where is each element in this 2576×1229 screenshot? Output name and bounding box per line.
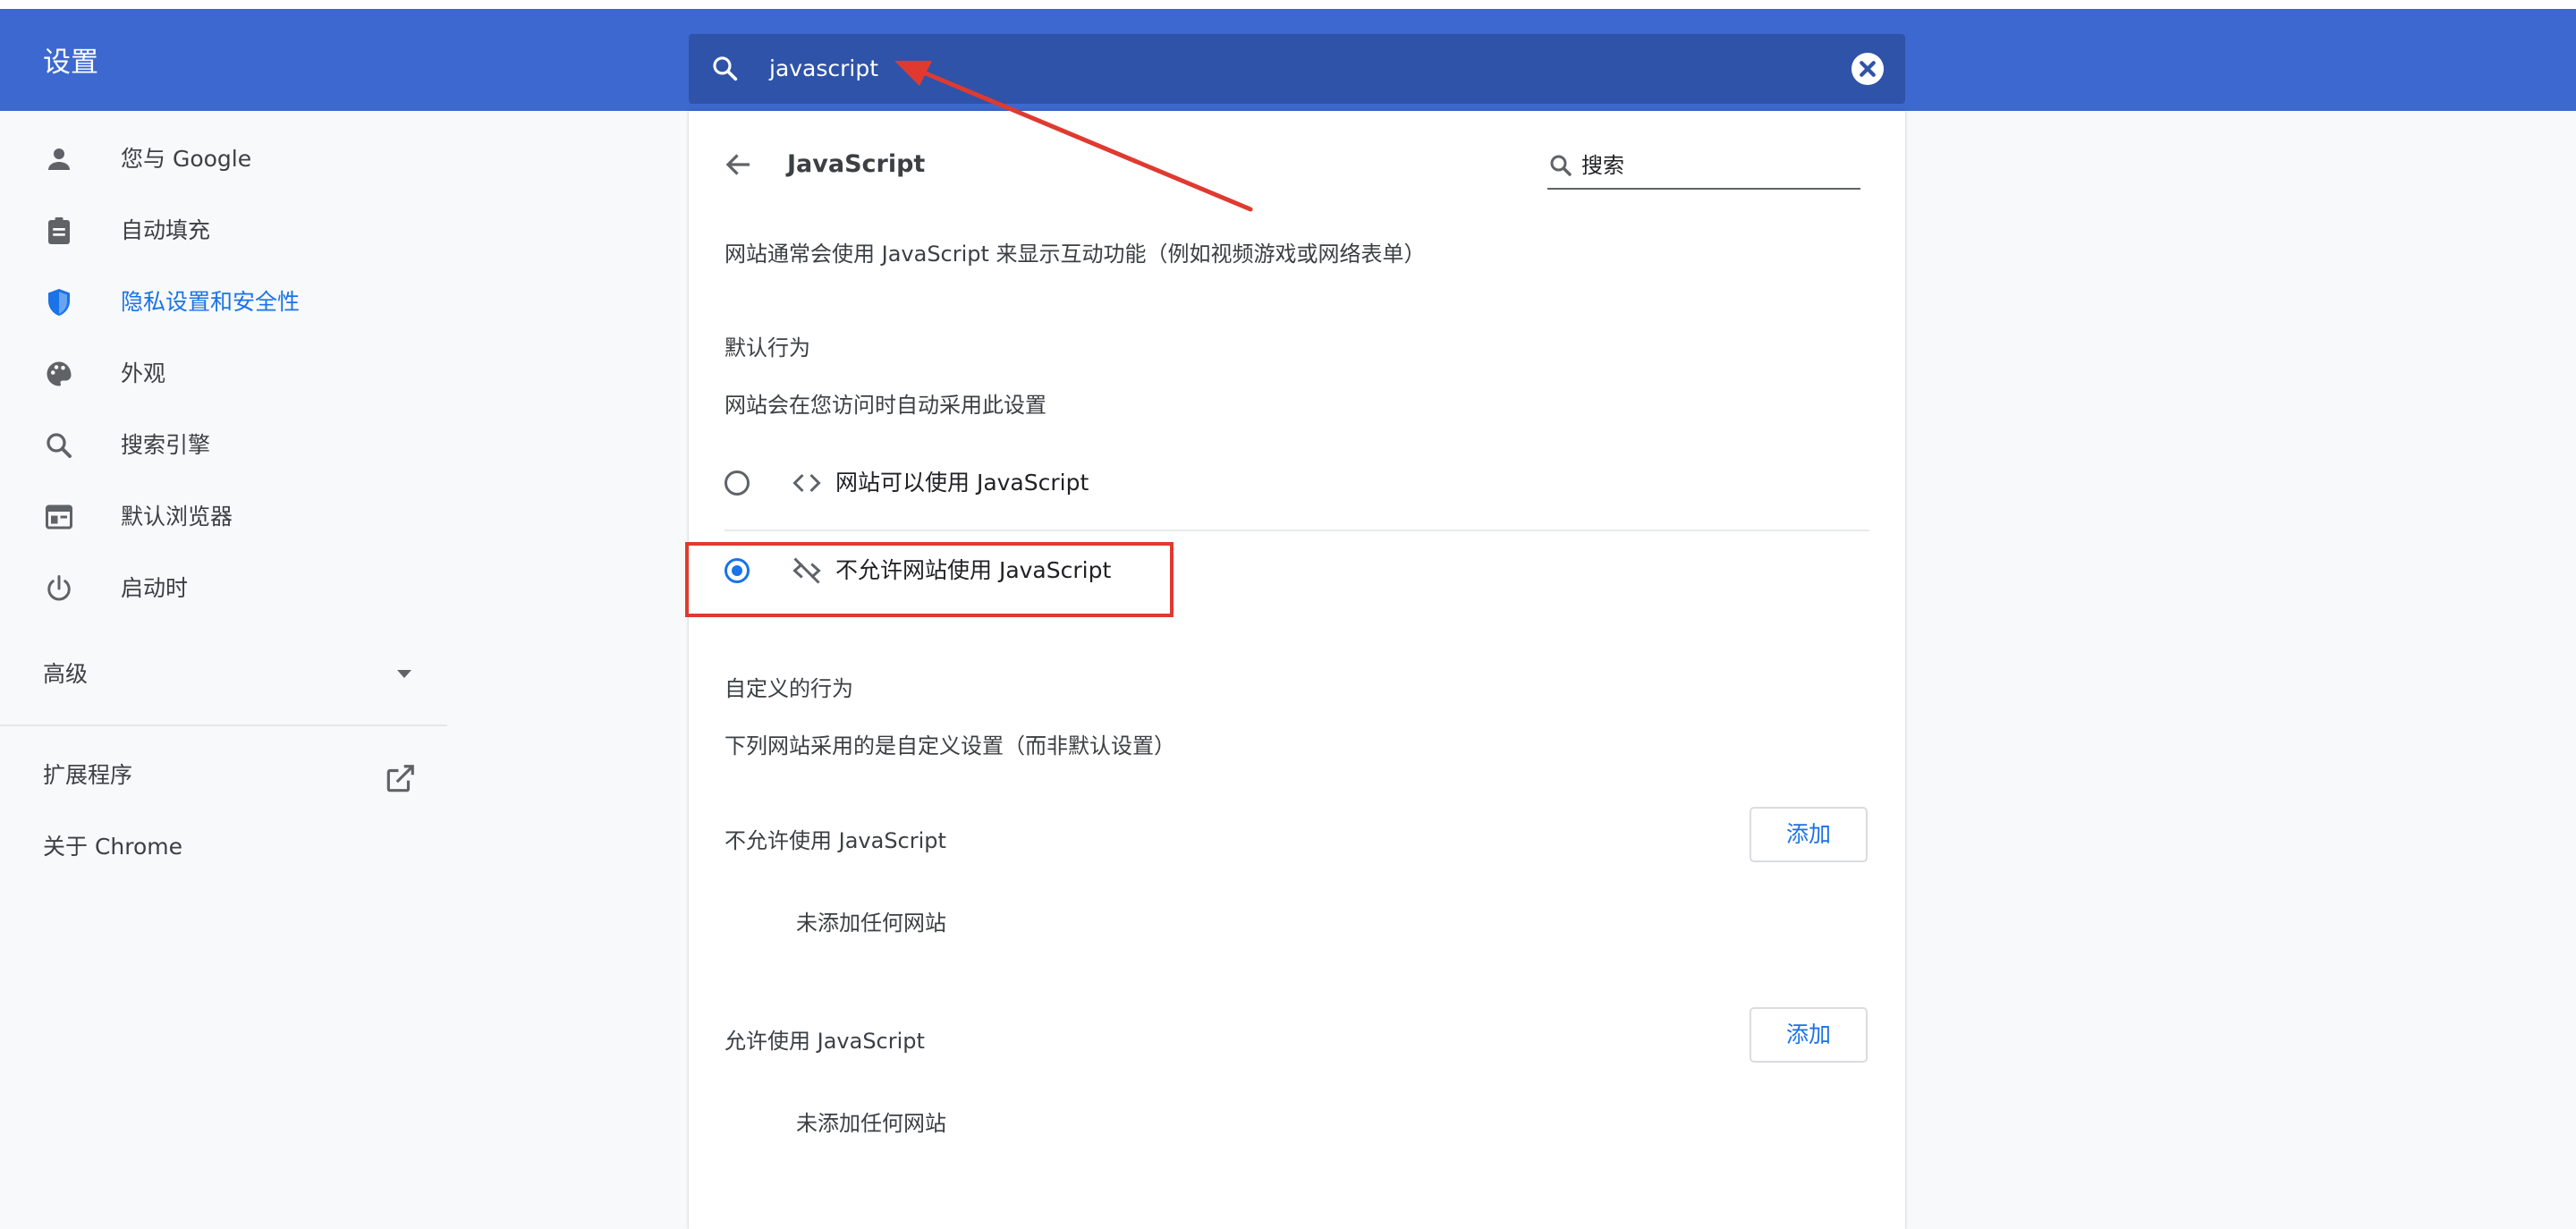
blocked-sites-label: 不允许使用 JavaScript: [724, 828, 946, 853]
person-icon: [48, 148, 70, 170]
option-allow-javascript[interactable]: 网站可以使用 JavaScript: [724, 444, 1869, 530]
search-icon: [713, 56, 738, 81]
power-icon: [47, 575, 71, 601]
sidebar-item-on-startup[interactable]: 启动时: [0, 560, 447, 617]
custom-behavior-description: 下列网站采用的是自定义设置（而非默认设置）: [724, 733, 1175, 759]
allowed-sites-label: 允许使用 JavaScript: [724, 1029, 925, 1054]
open-in-new-icon[interactable]: [383, 762, 417, 796]
settings-search-box[interactable]: javascript: [689, 34, 1905, 104]
option-label: 不允许网站使用 JavaScript: [835, 557, 1112, 583]
custom-behavior-heading: 自定义的行为: [724, 676, 853, 701]
advanced-label: 高级: [43, 661, 89, 687]
sidebar: 您与 Google 自动填充 隐私设置和安全性 外观 搜索引擎 默认浏览器 启动…: [0, 111, 447, 1229]
subpage-search-input[interactable]: 搜索: [1581, 150, 1624, 181]
search-icon: [1550, 155, 1572, 176]
sidebar-item-autofill[interactable]: 自动填充: [0, 202, 447, 259]
sidebar-divider: [0, 725, 447, 726]
sidebar-item-label: 默认浏览器: [121, 504, 233, 530]
javascript-description: 网站通常会使用 JavaScript 来显示互动功能（例如视频游戏或网络表单）: [724, 242, 1426, 267]
sidebar-item-label: 您与 Google: [121, 146, 252, 172]
settings-page: 设置 javascript 您与 Google 自动填充 隐私设置和安全性 外观…: [0, 0, 2576, 1229]
palette-icon: [47, 361, 72, 386]
sidebar-item-search-engine[interactable]: 搜索引擎: [0, 417, 447, 474]
page-title: JavaScript: [787, 150, 926, 178]
add-blocked-site-button[interactable]: 添加: [1750, 807, 1868, 862]
default-behavior-heading: 默认行为: [724, 335, 810, 360]
sidebar-item-label: 自动填充: [121, 217, 211, 243]
settings-header: 设置 javascript: [0, 9, 2576, 111]
allow-radio[interactable]: [724, 470, 750, 496]
clipboard-icon: [48, 217, 70, 244]
sidebar-item-you-and-google[interactable]: 您与 Google: [0, 131, 447, 188]
default-behavior-description: 网站会在您访问时自动采用此设置: [724, 393, 1046, 418]
code-off-icon: [792, 557, 821, 584]
sidebar-item-privacy[interactable]: 隐私设置和安全性: [0, 274, 447, 331]
clear-search-icon[interactable]: [1852, 53, 1884, 85]
back-arrow-icon[interactable]: [723, 148, 755, 181]
option-block-javascript[interactable]: 不允许网站使用 JavaScript: [724, 531, 1869, 617]
option-label: 网站可以使用 JavaScript: [835, 470, 1089, 496]
advanced-toggle[interactable]: 高级: [43, 655, 419, 694]
sidebar-item-label: 外观: [121, 360, 166, 386]
browser-icon: [46, 504, 72, 530]
shield-icon: [48, 289, 70, 316]
app-title: 设置: [43, 47, 98, 79]
search-icon: [47, 433, 72, 458]
sidebar-item-appearance[interactable]: 外观: [0, 345, 447, 403]
blocked-sites-empty: 未添加任何网站: [796, 911, 946, 936]
right-background: [1905, 111, 2576, 1229]
sidebar-item-label: 搜索引擎: [121, 432, 211, 458]
block-radio[interactable]: [724, 558, 750, 583]
search-input[interactable]: javascript: [769, 52, 878, 86]
add-allowed-site-button[interactable]: 添加: [1750, 1007, 1868, 1063]
chevron-down-icon: [397, 670, 411, 678]
sidebar-item-default-browser[interactable]: 默认浏览器: [0, 488, 447, 546]
sidebar-item-label: 启动时: [121, 575, 189, 601]
about-chrome-link[interactable]: 关于 Chrome: [43, 829, 182, 865]
code-icon: [792, 473, 821, 493]
sidebar-item-label: 隐私设置和安全性: [121, 289, 301, 315]
subpage-search-field[interactable]: 搜索: [1547, 143, 1860, 190]
allowed-sites-empty: 未添加任何网站: [796, 1111, 946, 1136]
extensions-link[interactable]: 扩展程序: [43, 758, 132, 793]
javascript-settings-card: JavaScript 搜索 网站通常会使用 JavaScript 来显示互动功能…: [689, 111, 1905, 1229]
